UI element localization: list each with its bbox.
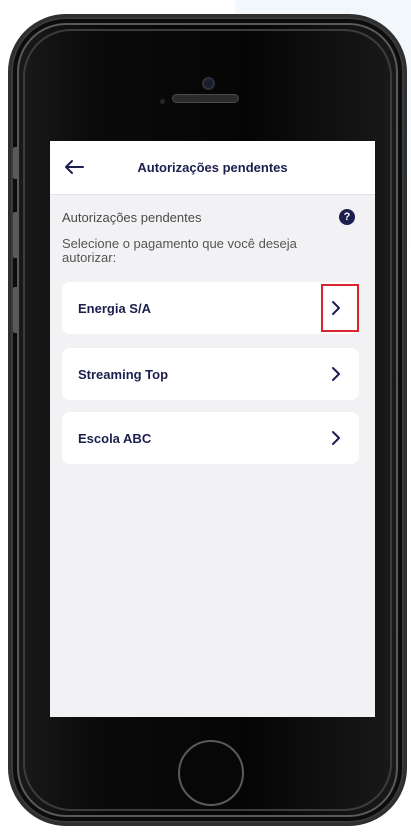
payment-item-streaming[interactable]: Streaming Top — [62, 348, 359, 400]
chevron-right-icon[interactable] — [330, 366, 342, 382]
instruction-text: Selecione o pagamento que você deseja au… — [62, 236, 297, 265]
question-circle-icon[interactable]: ? — [339, 209, 355, 225]
volume-down-button — [13, 287, 19, 333]
payment-label: Escola ABC — [78, 431, 152, 446]
proximity-sensor — [160, 99, 165, 104]
app-header: Autorizações pendentes — [50, 141, 375, 195]
mute-switch — [13, 147, 19, 179]
page-title: Autorizações pendentes — [137, 160, 288, 175]
payment-label: Energia S/A — [78, 301, 151, 316]
payment-item-escola[interactable]: Escola ABC — [62, 412, 359, 464]
section-title: Autorizações pendentes — [62, 210, 202, 225]
chevron-right-icon[interactable] — [330, 430, 342, 446]
home-button[interactable] — [178, 740, 244, 806]
highlight-box — [321, 284, 359, 332]
payment-item-energia[interactable]: Energia S/A — [62, 282, 359, 334]
volume-up-button — [13, 212, 19, 258]
earpiece-speaker — [172, 94, 239, 103]
payment-label: Streaming Top — [78, 367, 169, 382]
front-camera — [202, 77, 215, 90]
app-screen: Autorizações pendentes Autorizações pend… — [50, 141, 375, 717]
